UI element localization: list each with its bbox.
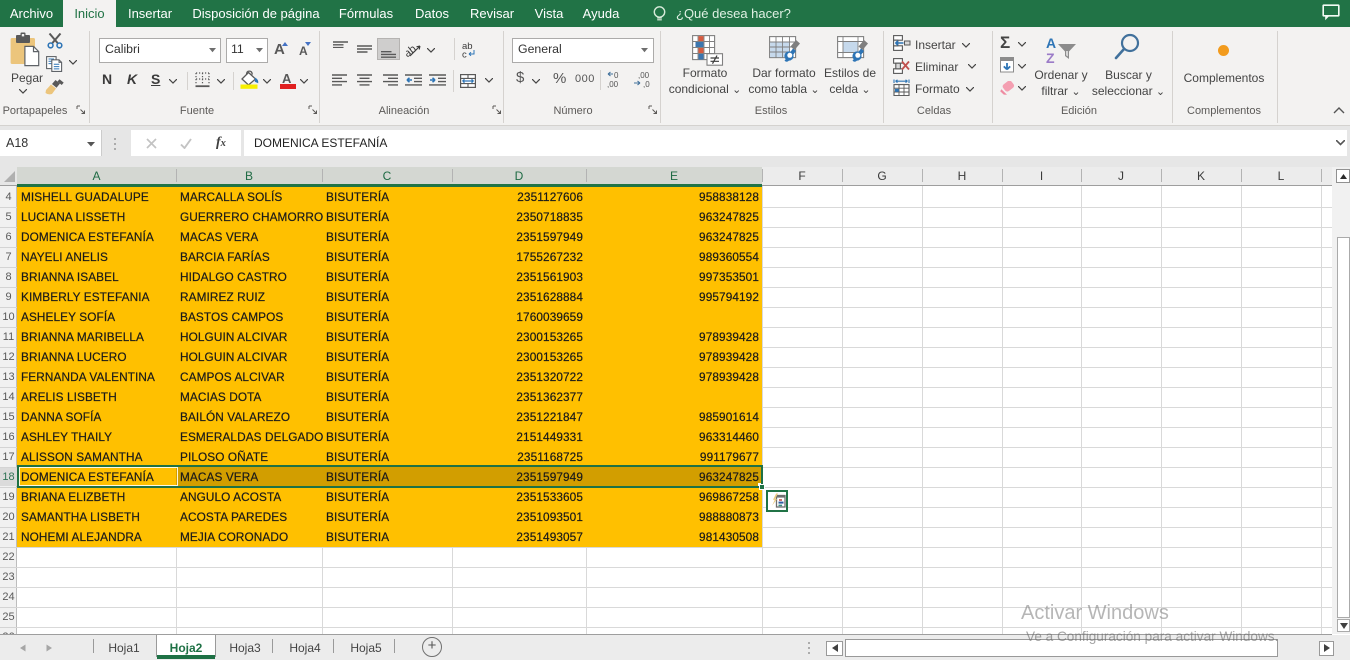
svg-text:A: A — [1046, 35, 1056, 51]
svg-text:,00: ,00 — [607, 80, 619, 88]
svg-text:,0: ,0 — [643, 80, 650, 88]
svg-text:ab: ab — [406, 43, 419, 58]
svg-text:,00: ,00 — [638, 71, 650, 80]
svg-text:Z: Z — [1046, 50, 1055, 64]
svg-text:c: c — [462, 50, 467, 59]
svg-text:0: 0 — [614, 71, 619, 80]
